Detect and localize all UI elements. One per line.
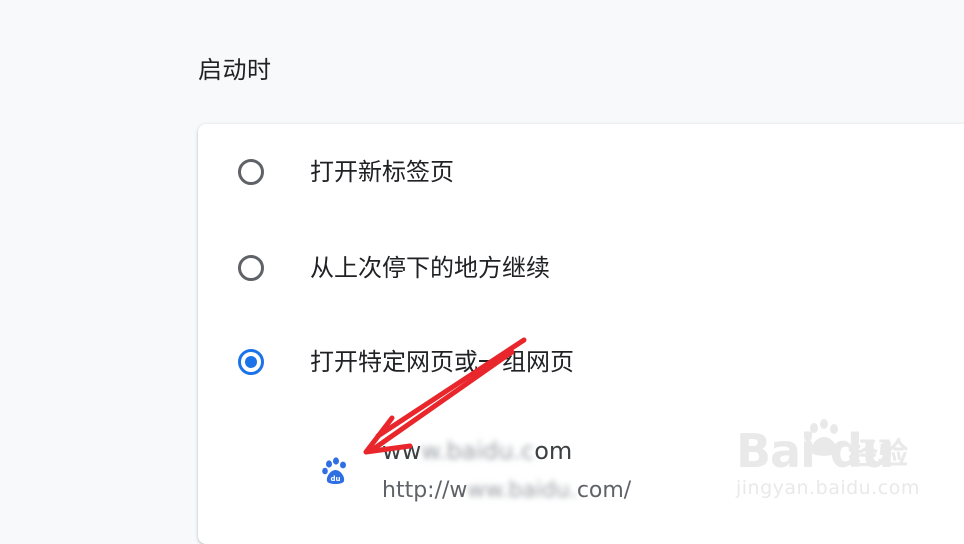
radio-checked-icon[interactable]	[238, 349, 264, 375]
startup-option-continue[interactable]: 从上次停下的地方继续	[198, 232, 958, 304]
startup-option-specific-pages[interactable]: 打开特定网页或一组网页	[198, 326, 958, 398]
startup-option-label: 从上次停下的地方继续	[310, 254, 550, 282]
svg-text:du: du	[331, 475, 341, 483]
startup-option-label: 打开新标签页	[310, 158, 454, 186]
startup-option-label: 打开特定网页或一组网页	[310, 348, 574, 376]
baidu-paw-icon: du	[322, 457, 346, 484]
radio-unchecked-icon[interactable]	[238, 159, 264, 185]
startup-page-name: www.baidu.com	[382, 437, 573, 465]
startup-page-entry[interactable]: du www.baidu.com http://www.baidu.com/	[308, 432, 868, 514]
section-title: 启动时	[198, 56, 272, 84]
startup-page-url: http://www.baidu.com/	[382, 478, 632, 503]
startup-option-new-tab[interactable]: 打开新标签页	[198, 136, 958, 208]
radio-unchecked-icon[interactable]	[238, 255, 264, 281]
startup-options-card: 打开新标签页 从上次停下的地方继续 打开特定网页或一组网页 du www.bai…	[198, 124, 964, 544]
